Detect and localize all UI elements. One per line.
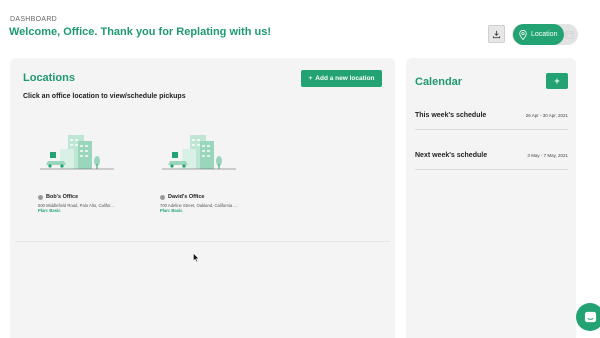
calendar-row-this-week[interactable]: This week's schedule 26 Apr - 30 Apr, 20… <box>415 112 568 130</box>
add-location-button[interactable]: + Add a new location <box>301 70 382 87</box>
calendar-view-toggle[interactable] <box>564 29 574 40</box>
mouse-cursor-icon <box>193 253 199 262</box>
location-plan: Plan: Basic <box>160 208 183 213</box>
view-toggle[interactable]: Location <box>512 24 578 45</box>
location-plan: Plan: Basic <box>38 208 61 213</box>
calendar-row-next-week[interactable]: Next week's schedule 3 May - 7 May, 2021 <box>415 152 568 170</box>
schedule-dates: 26 Apr - 30 Apr, 2021 <box>525 113 568 118</box>
calendar-panel: Calendar + This week's schedule 26 Apr -… <box>406 58 576 338</box>
location-name: David's Office <box>168 194 205 200</box>
location-view-toggle[interactable]: Location <box>513 24 564 45</box>
office-building-illustration <box>40 135 114 170</box>
download-button[interactable] <box>488 25 505 43</box>
chat-launcher-button[interactable] <box>576 303 600 331</box>
page-title: Welcome, Office. Thank you for Replating… <box>9 26 271 38</box>
locations-title: Locations <box>23 72 75 84</box>
location-status-dot <box>160 195 165 200</box>
locations-instruction: Click an office location to view/schedul… <box>23 93 186 100</box>
schedule-dates: 3 May - 7 May, 2021 <box>527 153 568 158</box>
calendar-icon <box>565 31 573 39</box>
locations-panel: Locations + Add a new location Click an … <box>10 58 395 338</box>
calendar-title: Calendar <box>415 76 463 88</box>
breadcrumb: DASHBOARD <box>10 16 58 23</box>
chat-icon <box>584 311 596 322</box>
location-card[interactable]: David's Office 700 Adeline Street, Oakla… <box>150 128 250 218</box>
divider <box>15 241 390 242</box>
map-pin-icon <box>519 29 527 40</box>
plus-icon: + <box>308 75 313 82</box>
add-location-label: Add a new location <box>315 75 375 82</box>
add-schedule-button[interactable]: + <box>546 73 568 89</box>
office-building-illustration <box>162 135 236 170</box>
schedule-label: This week's schedule <box>415 112 487 119</box>
location-status-dot <box>38 195 43 200</box>
download-icon <box>492 30 501 38</box>
location-toggle-label: Location <box>531 31 558 38</box>
dashboard-page: DASHBOARD Welcome, Office. Thank you for… <box>0 0 600 338</box>
location-card[interactable]: Bob's Office 500 Middlefield Road, Palo … <box>28 128 128 218</box>
schedule-label: Next week's schedule <box>415 152 488 159</box>
location-name: Bob's Office <box>46 194 79 200</box>
